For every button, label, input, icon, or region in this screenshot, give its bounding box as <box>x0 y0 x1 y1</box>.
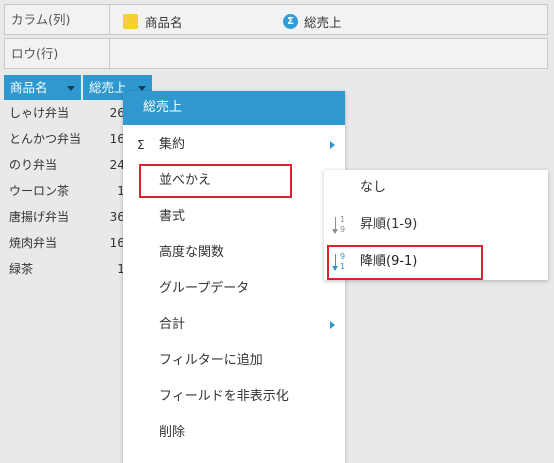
menu-item-format[interactable]: 書式 <box>123 199 345 235</box>
header-label: 商品名 <box>10 80 48 95</box>
column-field-label: 総売上 <box>304 15 342 30</box>
menu-item-label: 合計 <box>159 317 186 332</box>
cell-product-name: 唐揚げ弁当 <box>9 210 70 224</box>
sort-option-label: なし <box>360 180 387 195</box>
cell-product-name: 緑茶 <box>9 262 34 276</box>
column-shelf-label: カラム(列) <box>5 5 110 34</box>
menu-item-delete[interactable]: 削除 <box>123 415 345 451</box>
menu-item-label: 書式 <box>159 209 186 224</box>
column-field-sales[interactable]: Σ 総売上 <box>283 12 342 31</box>
cell-product-name: のり弁当 <box>9 158 58 172</box>
menu-item-add-filter[interactable]: フィルターに追加 <box>123 343 345 379</box>
sigma-icon: Σ <box>137 138 145 152</box>
chevron-down-icon[interactable] <box>66 86 75 91</box>
column-drop-zone[interactable]: 商品名 Σ 総売上 <box>110 5 547 34</box>
sort-option-none[interactable]: なし <box>324 170 548 206</box>
menu-item-group-data[interactable]: グループデータ <box>123 271 345 307</box>
menu-item-label: 高度な関数 <box>159 245 225 260</box>
column-shelf: カラム(列) 商品名 Σ 総売上 <box>4 4 548 35</box>
menu-item-label: 集約 <box>159 137 186 152</box>
sort-ascending-icon: 19 <box>332 215 352 235</box>
dimension-icon <box>123 14 138 29</box>
highlight-descending-option <box>327 245 483 280</box>
context-menu-title: 総売上 <box>123 91 345 125</box>
menu-item-label: フィールドを非表示化 <box>159 389 289 404</box>
cell-product-name: とんかつ弁当 <box>9 132 82 146</box>
row-drop-zone[interactable] <box>110 39 547 68</box>
menu-item-label: フィルターに追加 <box>159 353 263 368</box>
chevron-right-icon <box>330 321 335 329</box>
context-menu: 総売上 Σ 集約 並べかえ 書式 高度な関数 グループデータ 合計 フィルターに… <box>123 91 345 463</box>
header-label: 総売上 <box>88 80 127 95</box>
cell-product-name: 焼肉弁当 <box>9 236 58 250</box>
cell-product-name: ウーロン茶 <box>9 184 70 198</box>
measure-sigma-icon: Σ <box>283 14 298 29</box>
row-shelf: ロウ(行) <box>4 38 548 69</box>
sort-option-ascending[interactable]: 19 昇順(1-9) <box>324 207 548 243</box>
row-shelf-label: ロウ(行) <box>5 39 110 68</box>
cell-product-name: しゃけ弁当 <box>9 106 70 120</box>
column-field-label: 商品名 <box>145 15 183 30</box>
chevron-right-icon <box>330 141 335 149</box>
menu-item-hide-field[interactable]: フィールドを非表示化 <box>123 379 345 415</box>
header-product[interactable]: 商品名 <box>4 75 81 100</box>
highlight-sort-menu-item <box>139 164 292 198</box>
column-field-product[interactable]: 商品名 <box>123 12 183 31</box>
menu-item-aggregate[interactable]: Σ 集約 <box>123 127 345 163</box>
sort-option-label: 昇順(1-9) <box>360 217 418 232</box>
menu-item-label: 削除 <box>159 425 186 440</box>
menu-item-label: グループデータ <box>159 281 250 296</box>
menu-item-total[interactable]: 合計 <box>123 307 345 343</box>
menu-item-advanced-functions[interactable]: 高度な関数 <box>123 235 345 271</box>
